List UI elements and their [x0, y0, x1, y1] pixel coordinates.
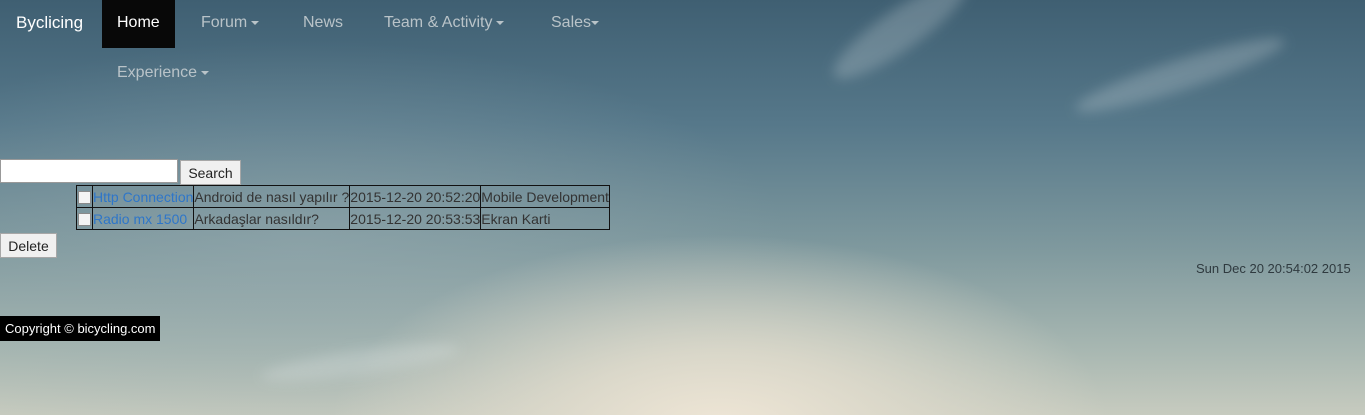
table-cell: Radio mx 1500 [91, 207, 195, 230]
row-checkbox[interactable] [78, 213, 91, 227]
post-category: Mobile Development [480, 185, 610, 208]
nav-home[interactable]: Home [102, 0, 175, 48]
clock-text: Sun Dec 20 20:54:02 2015 [1196, 261, 1351, 276]
caret-down-icon [496, 20, 505, 25]
nav-forum[interactable]: Forum [186, 0, 274, 48]
post-title-link[interactable]: Radio mx 1500 [93, 211, 187, 227]
posts-table: Http Connection Android de nasıl yapılır… [76, 185, 610, 230]
background-cloud [822, 0, 978, 93]
table-cell [76, 207, 93, 230]
search-button[interactable]: Search [180, 160, 241, 185]
post-category: Ekran Karti [480, 207, 610, 230]
post-date: 2015-12-20 20:53:53 [349, 207, 482, 230]
footer-copyright: Copyright © bicycling.com [0, 316, 161, 341]
nav-home-label: Home [117, 14, 160, 31]
nav-sales[interactable]: Sales [536, 0, 614, 48]
nav-team-activity[interactable]: Team & Activity [369, 0, 519, 48]
post-description: Android de nasıl yapılır ? [193, 185, 351, 208]
nav-experience-label: Experience [117, 64, 198, 81]
table-cell: Http Connection [91, 185, 195, 208]
table-cell [76, 185, 93, 208]
nav-forum-label: Forum [201, 14, 248, 31]
search-input[interactable] [0, 159, 178, 183]
nav-team-activity-label: Team & Activity [384, 14, 493, 31]
nav-sales-label: Sales [551, 14, 592, 31]
table-row: Http Connection Android de nasıl yapılır… [76, 185, 610, 208]
brand-logo[interactable]: Byclicing [16, 0, 83, 48]
nav-experience[interactable]: Experience [102, 50, 224, 98]
delete-button[interactable]: Delete [0, 233, 57, 258]
row-checkbox[interactable] [78, 191, 91, 205]
caret-down-icon [251, 20, 260, 25]
caret-down-icon [591, 20, 600, 25]
post-date: 2015-12-20 20:52:20 [349, 185, 482, 208]
background-cloud [259, 336, 461, 389]
nav-news[interactable]: News [288, 0, 358, 48]
caret-down-icon [201, 70, 210, 75]
nav-news-label: News [303, 14, 344, 31]
top-navbar: Byclicing Home Forum News Team & Activit… [0, 0, 640, 100]
post-title-link[interactable]: Http Connection [93, 189, 193, 205]
table-row: Radio mx 1500 Arkadaşlar nasıldır? 2015-… [76, 207, 610, 230]
background-cloud [1070, 26, 1290, 124]
post-description: Arkadaşlar nasıldır? [193, 207, 351, 230]
